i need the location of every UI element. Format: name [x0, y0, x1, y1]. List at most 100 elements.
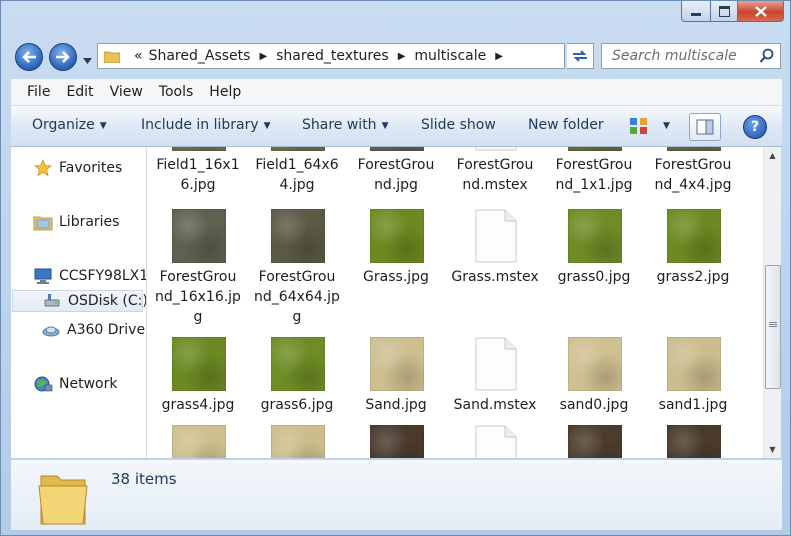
file-item[interactable]: [450, 421, 540, 458]
organize-button[interactable]: Organize ▼: [32, 117, 107, 133]
file-name-label: grass4.jpg: [161, 397, 235, 413]
change-view-button[interactable]: ▼: [629, 115, 675, 137]
chevron-right-icon[interactable]: ▶: [495, 51, 503, 62]
file-item[interactable]: [549, 421, 639, 458]
new-folder-button[interactable]: New folder: [528, 117, 604, 133]
file-item[interactable]: [648, 421, 738, 458]
image-thumbnail: [271, 337, 325, 391]
breadcrumb-shared-textures[interactable]: shared_textures: [276, 48, 389, 64]
file-name-label: Grass.mstex: [451, 269, 539, 285]
back-button[interactable]: [15, 43, 43, 71]
image-thumbnail: [172, 425, 226, 458]
nav-a360-drive[interactable]: A360 Drive: [41, 319, 145, 341]
file-name-label: grass0.jpg: [557, 269, 631, 285]
chevron-down-icon: [83, 58, 92, 64]
breadcrumb-multiscale[interactable]: multiscale: [414, 48, 486, 64]
file-item[interactable]: ForestGrou nd_64x64.jp g: [252, 205, 342, 335]
chevron-down-icon[interactable]: ▼: [663, 121, 670, 131]
refresh-button[interactable]: [567, 43, 594, 69]
menu-view[interactable]: View: [102, 84, 151, 100]
breadcrumb-shared-assets[interactable]: Shared_Assets: [149, 48, 251, 64]
details-pane: 38 items: [11, 459, 782, 530]
include-in-library-button[interactable]: Include in library ▼: [141, 117, 271, 133]
file-name-label: sand0.jpg: [559, 397, 629, 413]
file-item[interactable]: grass2.jpg: [648, 205, 738, 335]
disk-drive-icon: [42, 292, 62, 310]
image-thumbnail: [370, 209, 424, 263]
file-item[interactable]: grass0.jpg: [549, 205, 639, 335]
navigation-pane: Favorites Libraries CCSFY98LX1 OSDisk (C…: [11, 147, 147, 458]
image-thumbnail: [271, 209, 325, 263]
cloud-drive-icon: [41, 321, 61, 339]
image-thumbnail: [568, 209, 622, 263]
file-item[interactable]: [351, 421, 441, 458]
arrow-left-icon: [22, 51, 36, 63]
address-overflow[interactable]: «: [134, 48, 143, 64]
vertical-scrollbar[interactable]: ▲ ▼: [763, 147, 781, 458]
nav-a360-label: A360 Drive: [67, 322, 146, 338]
file-item[interactable]: ForestGrou nd_16x16.jp g: [153, 205, 243, 335]
nav-computer[interactable]: CCSFY98LX1: [33, 265, 146, 287]
file-name-label: Grass.jpg: [363, 269, 429, 285]
folder-icon: [104, 51, 120, 63]
views-icon: [630, 118, 647, 134]
nav-favorites-label: Favorites: [59, 160, 123, 176]
document-icon: [475, 337, 517, 391]
file-name-label: sand1.jpg: [658, 397, 728, 413]
scrollbar-thumb[interactable]: [765, 265, 781, 389]
file-item[interactable]: Grass.jpg: [351, 205, 441, 335]
minimize-icon: [691, 12, 701, 16]
menu-help[interactable]: Help: [201, 84, 249, 100]
file-item[interactable]: [252, 421, 342, 458]
nav-osdisk[interactable]: OSDisk (C:): [12, 290, 146, 312]
minimize-button[interactable]: [681, 1, 711, 22]
image-thumbnail: [667, 147, 721, 151]
help-button[interactable]: ?: [743, 115, 767, 139]
maximize-button[interactable]: [711, 1, 738, 22]
help-icon: ?: [750, 119, 760, 135]
nav-network-label: Network: [59, 376, 118, 392]
file-name-label: ForestGrou: [555, 157, 633, 173]
file-name-label: nd_4x4.jpg: [654, 177, 732, 193]
file-name-label: ForestGrou: [258, 269, 336, 285]
slide-show-button[interactable]: Slide show: [421, 117, 496, 133]
menu-tools[interactable]: Tools: [151, 84, 202, 100]
preview-pane-button[interactable]: [689, 113, 721, 141]
image-thumbnail: [271, 425, 325, 458]
item-count: 38 items: [111, 470, 177, 488]
image-thumbnail: [172, 147, 226, 151]
image-thumbnail: [370, 337, 424, 391]
search-icon[interactable]: [759, 48, 775, 64]
organize-label: Organize: [32, 117, 95, 133]
chevron-right-icon[interactable]: ▶: [259, 51, 267, 62]
menu-file[interactable]: File: [19, 84, 58, 100]
search-input[interactable]: [610, 47, 764, 65]
share-with-label: Share with: [302, 117, 377, 133]
chevron-right-icon[interactable]: ▶: [398, 51, 406, 62]
nav-network[interactable]: Network: [33, 373, 117, 395]
command-bar: Organize ▼ Include in library ▼ Share with…: [11, 106, 782, 147]
menu-edit[interactable]: Edit: [58, 84, 101, 100]
nav-osdisk-label: OSDisk (C:): [68, 293, 147, 309]
close-button[interactable]: [738, 1, 784, 22]
share-with-button[interactable]: Share with ▼: [302, 117, 388, 133]
search-box[interactable]: [601, 43, 781, 69]
file-name-label: ForestGrou: [159, 269, 237, 285]
file-name-label: 6.jpg: [180, 177, 216, 193]
recent-pages-button[interactable]: [83, 53, 92, 67]
menu-bar: File Edit View Tools Help: [11, 79, 782, 106]
image-thumbnail: [370, 147, 424, 151]
close-icon: [754, 5, 767, 17]
scroll-down-arrow-icon[interactable]: ▼: [764, 441, 781, 458]
file-name-label: nd_16x16.jp: [155, 289, 241, 305]
slide-show-label: Slide show: [421, 117, 496, 133]
address-bar[interactable]: « Shared_Assets ▶ shared_textures ▶ mult…: [97, 43, 565, 69]
image-thumbnail: [667, 337, 721, 391]
file-item[interactable]: Grass.mstex: [450, 205, 540, 335]
forward-button[interactable]: [49, 43, 77, 71]
file-name-label: ForestGrou: [456, 157, 534, 173]
file-item[interactable]: [153, 421, 243, 458]
nav-favorites[interactable]: Favorites: [33, 157, 122, 179]
scroll-up-arrow-icon[interactable]: ▲: [764, 147, 781, 164]
nav-libraries[interactable]: Libraries: [33, 211, 119, 233]
